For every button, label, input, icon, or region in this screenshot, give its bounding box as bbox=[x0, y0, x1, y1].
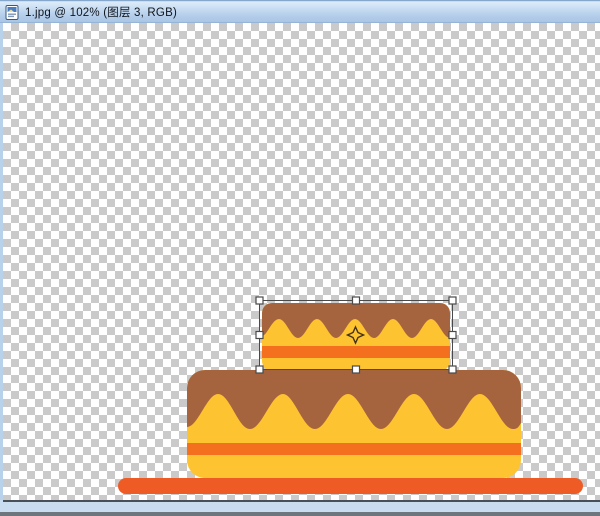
transform-handle-middle-right[interactable] bbox=[449, 332, 456, 339]
document-titlebar[interactable]: 1.jpg @ 102% (图层 3, RGB) bbox=[0, 2, 600, 23]
transform-handle-top-center[interactable] bbox=[353, 297, 360, 304]
photoshop-document-window: 1.jpg @ 102% (图层 3, RGB) bbox=[0, 0, 600, 516]
transform-handle-bottom-center[interactable] bbox=[353, 366, 360, 373]
transform-handle-bottom-right[interactable] bbox=[449, 366, 456, 373]
window-bottom-edge bbox=[0, 512, 600, 516]
free-transform-box bbox=[256, 297, 456, 373]
transform-handle-middle-left[interactable] bbox=[256, 332, 263, 339]
window-left-frame bbox=[0, 23, 3, 500]
transform-handle-top-right[interactable] bbox=[449, 297, 456, 304]
document-file-icon bbox=[5, 5, 20, 20]
transform-handle-top-left[interactable] bbox=[256, 297, 263, 304]
transparent-canvas[interactable] bbox=[3, 23, 600, 502]
document-title: 1.jpg @ 102% (图层 3, RGB) bbox=[25, 4, 177, 20]
transform-handle-bottom-left[interactable] bbox=[256, 366, 263, 373]
window-bottom-frame bbox=[0, 502, 600, 512]
